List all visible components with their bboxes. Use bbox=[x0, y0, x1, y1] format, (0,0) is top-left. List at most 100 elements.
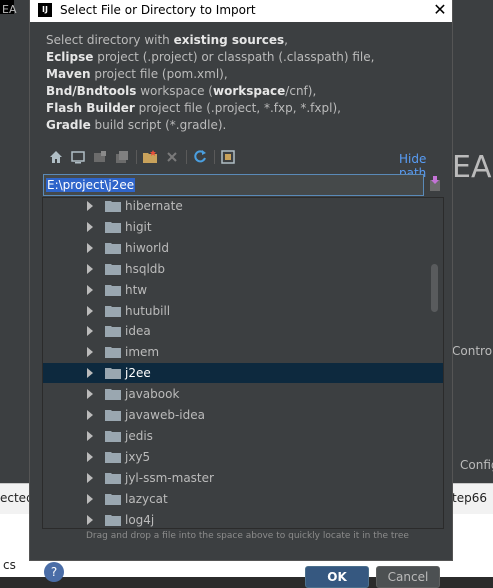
module-icon[interactable] bbox=[114, 149, 130, 165]
path-history-icon[interactable] bbox=[427, 176, 443, 192]
desc-text: /cnf), bbox=[285, 84, 317, 98]
folder-icon bbox=[105, 347, 121, 359]
toolbar-separator bbox=[186, 150, 187, 164]
desc-bold: Gradle bbox=[46, 118, 91, 132]
tree-scrollbar[interactable] bbox=[431, 264, 438, 312]
tree-item-label: higit bbox=[125, 219, 152, 234]
expand-arrow-icon[interactable] bbox=[87, 263, 93, 274]
tree-row[interactable]: jxy5 bbox=[43, 447, 443, 467]
desc-bold: Bnd/Bndtools bbox=[46, 84, 137, 98]
expand-arrow-icon[interactable] bbox=[87, 514, 93, 525]
file-tree[interactable]: log4j lazycat jyl-ssm-master jxy5 jedis javaw… bbox=[42, 197, 444, 529]
tree-row[interactable]: javaweb-idea bbox=[43, 405, 443, 425]
desc-bold: existing sources bbox=[173, 33, 285, 47]
tree-item-label: javabook bbox=[125, 387, 180, 402]
expand-arrow-icon[interactable] bbox=[87, 410, 93, 420]
desc-text: workspace ( bbox=[136, 84, 213, 98]
tree-item-label: hibernate bbox=[125, 199, 183, 213]
folder-icon bbox=[105, 305, 121, 317]
expand-arrow-icon[interactable] bbox=[87, 284, 93, 295]
expand-arrow-icon[interactable] bbox=[87, 430, 93, 441]
help-button[interactable]: ? bbox=[44, 562, 64, 582]
expand-arrow-icon[interactable] bbox=[87, 493, 93, 504]
dialog-description: Select directory with existing sources, … bbox=[46, 32, 374, 134]
tree-row[interactable]: j2ee bbox=[43, 363, 443, 384]
expand-arrow-icon[interactable] bbox=[87, 368, 93, 379]
expand-arrow-icon[interactable] bbox=[87, 221, 93, 232]
tree-row[interactable]: htw bbox=[43, 280, 443, 300]
desc-bold: workspace bbox=[212, 84, 286, 98]
expand-arrow-icon[interactable] bbox=[87, 451, 93, 462]
ok-button[interactable]: OK bbox=[305, 566, 369, 588]
folder-icon bbox=[105, 284, 121, 296]
tree-row[interactable]: jedis bbox=[43, 426, 443, 446]
tree-row[interactable]: hibernate bbox=[43, 198, 443, 216]
folder-icon bbox=[105, 410, 121, 421]
desc-text: project file (pom.xml), bbox=[90, 67, 228, 81]
drag-drop-hint: Drag and drop a file into the space abov… bbox=[86, 531, 409, 541]
dialog-titlebar: IJ Select File or Directory to Import ✕ bbox=[30, 0, 452, 22]
folder-icon bbox=[105, 326, 121, 338]
delete-icon[interactable] bbox=[164, 149, 180, 165]
folder-icon bbox=[105, 242, 121, 254]
tree-item-label: jyl-ssm-master bbox=[125, 470, 214, 485]
tree-row[interactable]: jyl-ssm-master bbox=[43, 468, 443, 488]
new-folder-icon[interactable] bbox=[142, 149, 158, 165]
ide-title-text: EA bbox=[2, 3, 17, 16]
desc-bold: Eclipse bbox=[46, 50, 94, 64]
dialog-title: Select File or Directory to Import bbox=[60, 3, 256, 17]
tree-item-label: htw bbox=[125, 282, 148, 297]
desktop-icon[interactable] bbox=[70, 149, 86, 165]
ide-config-label: Config bbox=[460, 458, 493, 472]
expand-arrow-icon[interactable] bbox=[87, 305, 93, 316]
tree-row[interactable]: javabook bbox=[43, 384, 443, 404]
cancel-button[interactable]: Cancel bbox=[376, 566, 440, 588]
path-input-value[interactable]: E:\project\j2ee bbox=[46, 178, 136, 192]
home-icon[interactable] bbox=[48, 149, 64, 165]
toolbar-separator bbox=[214, 150, 215, 164]
tree-row[interactable]: higit bbox=[43, 217, 443, 237]
expand-arrow-icon[interactable] bbox=[87, 347, 93, 358]
folder-icon bbox=[105, 493, 121, 505]
tree-row[interactable]: log4j bbox=[43, 510, 443, 529]
desc-bold: Maven bbox=[46, 67, 91, 81]
desc-text: build script (*.gradle). bbox=[90, 118, 227, 132]
expand-arrow-icon[interactable] bbox=[87, 472, 93, 483]
tree-item-label: lazycat bbox=[125, 491, 168, 506]
folder-icon bbox=[105, 472, 121, 484]
desc-text: project file (.project, *.fxp, *.fxpl), bbox=[134, 101, 341, 115]
tree-row[interactable]: lazycat bbox=[43, 489, 443, 509]
folder-icon bbox=[105, 201, 121, 212]
desc-text: Select directory with bbox=[46, 33, 174, 47]
tree-item-label: j2ee bbox=[125, 366, 151, 381]
tree-item-label: hsqldb bbox=[125, 261, 166, 276]
expand-arrow-icon[interactable] bbox=[87, 389, 93, 400]
tree-item-label: jxy5 bbox=[125, 449, 151, 464]
tree-item-label: hutubill bbox=[125, 303, 171, 318]
show-hidden-icon[interactable] bbox=[220, 149, 236, 165]
ide-big-title: EA bbox=[452, 150, 492, 185]
ide-bottom-right-text: tep66 bbox=[452, 491, 487, 505]
file-chooser-toolbar: Hide path bbox=[44, 148, 444, 180]
tree-row[interactable]: hsqldb bbox=[43, 259, 443, 279]
tree-row[interactable]: hiworld bbox=[43, 238, 443, 258]
tree-row[interactable]: idea bbox=[43, 321, 443, 341]
expand-arrow-icon[interactable] bbox=[87, 201, 93, 211]
path-input[interactable]: E:\project\j2ee bbox=[43, 174, 424, 196]
folder-icon bbox=[105, 430, 121, 442]
close-icon[interactable]: ✕ bbox=[428, 0, 452, 22]
expand-arrow-icon[interactable] bbox=[87, 326, 93, 337]
ide-bottom-row-text: cs bbox=[3, 558, 16, 572]
expand-arrow-icon[interactable] bbox=[87, 242, 93, 253]
tree-item-label: hiworld bbox=[125, 240, 169, 255]
tree-item-label: jedis bbox=[125, 428, 153, 443]
tree-item-label: imem bbox=[125, 345, 160, 360]
refresh-icon[interactable] bbox=[192, 149, 208, 165]
folder-icon bbox=[105, 389, 121, 401]
tree-item-label: javaweb-idea bbox=[125, 408, 205, 422]
ide-control-label: Control bbox=[452, 344, 493, 358]
tree-row[interactable]: imem bbox=[43, 342, 443, 362]
project-icon[interactable] bbox=[92, 149, 108, 165]
tree-row[interactable]: hutubill bbox=[43, 301, 443, 321]
tree-item-label: log4j bbox=[125, 512, 155, 527]
